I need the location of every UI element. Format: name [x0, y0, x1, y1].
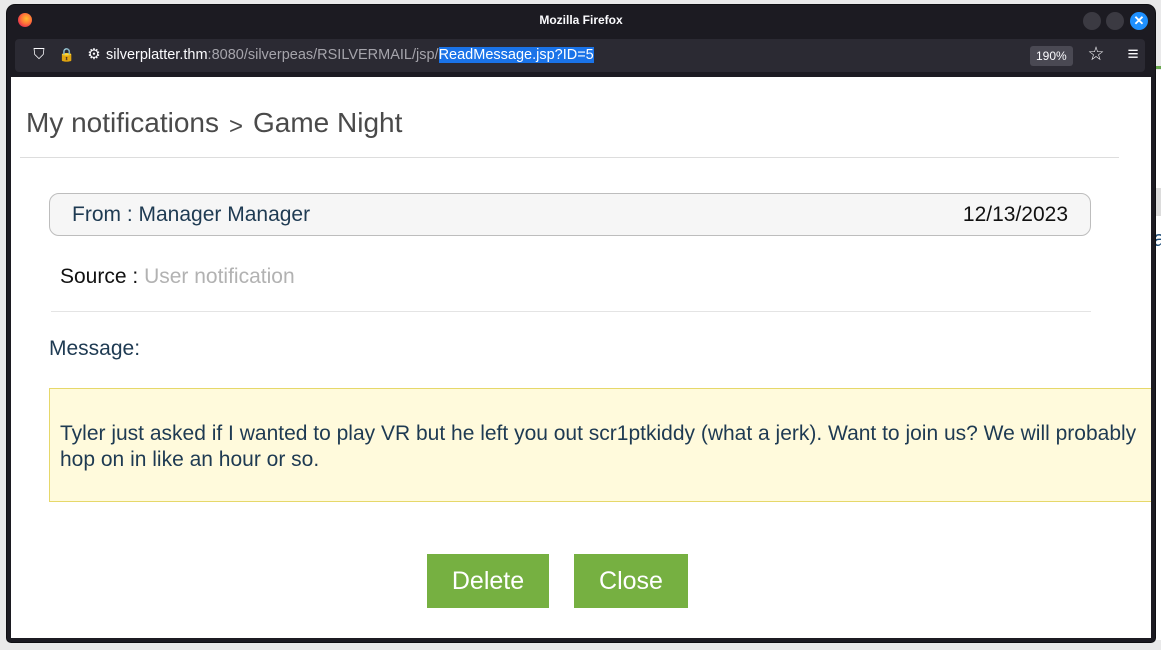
message-body-box: Tyler just asked if I wanted to play VR … [49, 388, 1151, 502]
maximize-button[interactable] [1106, 12, 1124, 30]
breadcrumb-current: Game Night [252, 107, 403, 138]
message-label: Message: [49, 337, 141, 360]
message-header: From : Manager Manager 12/13/2023 [49, 193, 1091, 236]
title-bar: Mozilla Firefox ✕ [7, 5, 1155, 37]
url-text[interactable]: silverplatter.thm:8080/silverpeas/RSILVE… [106, 47, 594, 63]
delete-button[interactable]: Delete [427, 554, 549, 608]
insecure-lock-icon[interactable]: 🔒 [57, 45, 77, 65]
permissions-icon[interactable]: ⚙ [84, 45, 104, 65]
background-accent-line [1155, 66, 1161, 69]
url-bar[interactable]: ⛉ 🔒 ⚙ silverplatter.thm:8080/silverpeas/… [15, 39, 1145, 72]
tracking-protection-icon[interactable]: ⛉ [29, 45, 49, 65]
background-bar [1155, 188, 1161, 216]
source-value: User notification [144, 265, 295, 288]
menu-icon[interactable]: ≡ [1123, 45, 1143, 65]
url-host: silverplatter.thm [106, 47, 208, 63]
message-date: 12/13/2023 [962, 203, 1068, 226]
close-window-button[interactable]: ✕ [1130, 12, 1148, 30]
close-button[interactable]: Close [574, 554, 688, 608]
bookmark-star-icon[interactable]: ☆ [1086, 45, 1106, 65]
close-icon: ✕ [1133, 13, 1145, 28]
divider [20, 157, 1119, 158]
chevron-right-icon: > [228, 113, 243, 140]
source-label: Source : [60, 265, 139, 288]
window-title: Mozilla Firefox [539, 13, 623, 27]
message-body: Tyler just asked if I wanted to play VR … [60, 422, 1137, 471]
divider [51, 311, 1091, 312]
background-page [1155, 70, 1161, 640]
zoom-level-button[interactable]: 190% [1030, 46, 1073, 66]
source-field: Source : User notification [60, 265, 295, 289]
url-path: :8080/silverpeas/RSILVERMAIL/jsp/ [207, 47, 439, 63]
minimize-button[interactable] [1083, 12, 1101, 30]
browser-window: Mozilla Firefox ✕ ⛉ 🔒 ⚙ silverplatter.th… [7, 5, 1155, 642]
breadcrumb: My notifications > Game Night [26, 107, 402, 141]
page-content: My notifications > Game Night From : Manag… [11, 77, 1151, 638]
from-field: From : Manager Manager [72, 203, 311, 226]
breadcrumb-parent[interactable]: My notifications [26, 107, 219, 138]
url-selected-text: ReadMessage.jsp?ID=5 [438, 47, 594, 63]
